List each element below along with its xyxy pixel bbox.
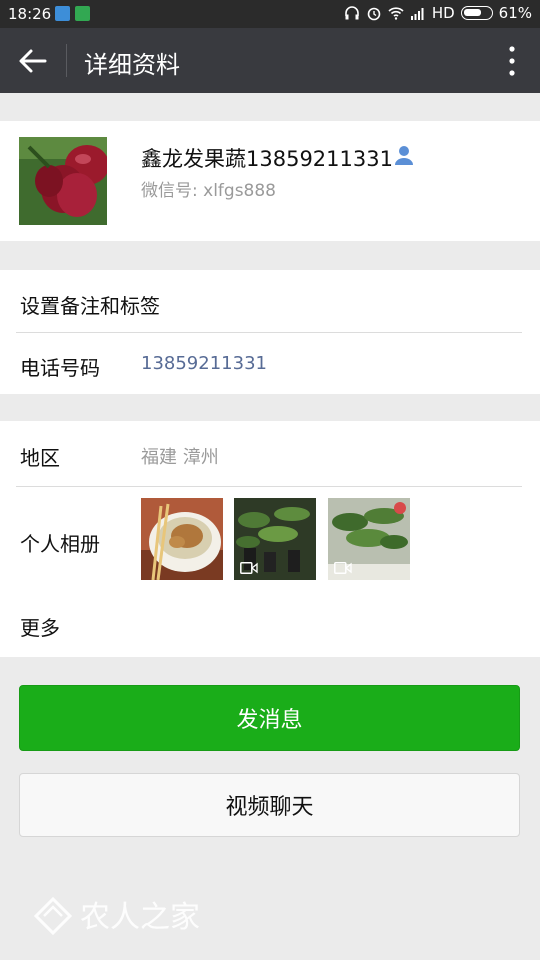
avatar[interactable]: [19, 137, 107, 225]
wifi-icon: [388, 7, 404, 20]
alarm-icon: [367, 7, 381, 21]
contact-name: 鑫龙发果蔬13859211331: [141, 147, 393, 171]
title-divider: [66, 44, 67, 77]
phone-number-link[interactable]: 13859211331: [141, 353, 267, 374]
app-notification-icon-2: [75, 6, 90, 21]
title-bar: 详细资料: [0, 28, 540, 93]
profile-card: 鑫龙发果蔬13859211331 微信号: xlfgs888: [0, 121, 540, 241]
watermark-text: 农人之家: [80, 900, 200, 935]
more-options-icon[interactable]: [506, 45, 518, 77]
headphone-icon: [345, 6, 359, 20]
signal-icon: [410, 8, 424, 20]
video-camera-icon: [334, 562, 352, 574]
row-divider: [16, 486, 522, 487]
region-value: 福建 漳州: [141, 447, 219, 468]
watermark-logo-icon: [33, 896, 73, 936]
video-chat-button[interactable]: 视频聊天: [19, 773, 520, 837]
more-label: 更多: [20, 616, 60, 640]
more-row[interactable]: 更多: [20, 612, 522, 641]
phone-row[interactable]: 电话号码 13859211331: [20, 352, 522, 381]
row-divider: [16, 332, 522, 333]
album-video-2[interactable]: [328, 498, 410, 580]
region-label: 地区: [20, 446, 60, 470]
battery-percent: 61%: [498, 4, 532, 22]
settings-group: 设置备注和标签 电话号码 13859211331: [0, 270, 540, 394]
video-camera-icon: [240, 562, 258, 574]
status-indicators: HD 61%: [344, 4, 532, 22]
phone-label: 电话号码: [20, 356, 100, 380]
page-title: 详细资料: [84, 51, 180, 79]
album-video-1[interactable]: [234, 498, 316, 580]
status-time: 18:26: [8, 5, 52, 23]
battery-icon: [460, 6, 493, 20]
info-group: 地区 福建 漳州 个人相册 更多: [0, 421, 540, 657]
album-label: 个人相册: [20, 532, 100, 556]
back-arrow-icon[interactable]: [18, 48, 48, 74]
network-type: HD: [431, 4, 455, 22]
send-message-button[interactable]: 发消息: [19, 685, 520, 751]
album-photo-1[interactable]: [141, 498, 223, 580]
app-notification-icon: [55, 6, 70, 21]
wechat-id: 微信号: xlfgs888: [141, 181, 276, 201]
remark-tags-row[interactable]: 设置备注和标签: [20, 290, 522, 319]
region-row: 地区 福建 漳州: [20, 442, 522, 471]
remark-tags-label: 设置备注和标签: [20, 294, 160, 318]
status-bar: 18:26 HD 61%: [0, 0, 540, 28]
contact-person-icon: [395, 146, 413, 165]
